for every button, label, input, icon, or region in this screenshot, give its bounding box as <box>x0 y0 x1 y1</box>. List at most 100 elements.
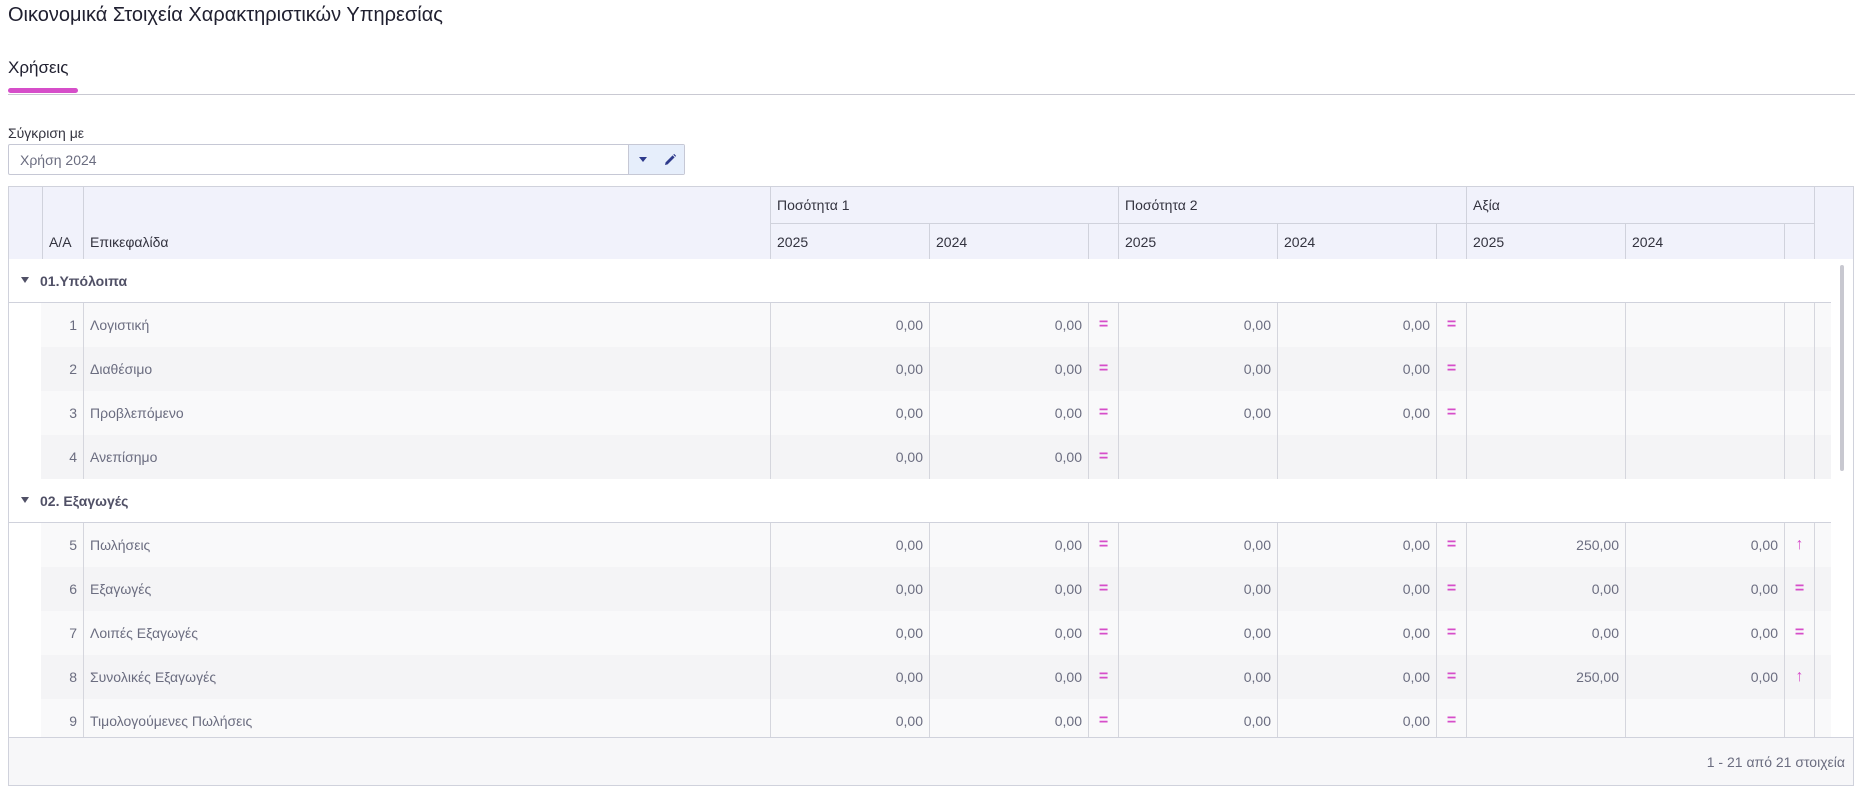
header-q1-2025[interactable]: 2025 <box>771 223 930 259</box>
cell-value-2024 <box>1626 391 1785 435</box>
table-row[interactable]: 3 Προβλεπόμενο 0,00 0,00 = 0,00 0,00 = <box>9 391 1831 435</box>
cell-title: Πωλήσεις <box>84 523 771 567</box>
cell-title: Διαθέσιμο <box>84 347 771 391</box>
cell-q2-trend: = <box>1437 567 1467 611</box>
cell-q1-2025: 0,00 <box>771 523 930 567</box>
dropdown-button[interactable] <box>629 145 656 174</box>
header-q2-2024[interactable]: 2024 <box>1278 223 1437 259</box>
edit-button[interactable] <box>656 145 684 174</box>
cell-q1-2024: 0,00 <box>930 611 1089 655</box>
row-indent <box>9 391 41 435</box>
cell-aa: 7 <box>43 611 84 655</box>
collapse-caret-icon[interactable] <box>21 277 29 283</box>
header-title[interactable]: Επικεφαλίδα <box>84 187 771 259</box>
cell-title: Συνολικές Εξαγωγές <box>84 655 771 699</box>
cell-aa: 2 <box>43 347 84 391</box>
table-row[interactable]: 1 Λογιστική 0,00 0,00 = 0,00 0,00 = <box>9 303 1831 347</box>
cell-value-2025 <box>1467 699 1626 737</box>
cell-q2-2024: 0,00 <box>1278 347 1437 391</box>
cell-q2-2025 <box>1119 435 1278 479</box>
row-indent <box>9 699 41 737</box>
header-v-2025[interactable]: 2025 <box>1467 223 1626 259</box>
pencil-icon <box>665 153 677 165</box>
cell-q1-2025: 0,00 <box>771 699 930 737</box>
cell-value-2025 <box>1467 391 1626 435</box>
table-row[interactable]: 2 Διαθέσιμο 0,00 0,00 = 0,00 0,00 = <box>9 347 1831 391</box>
cell-q2-trend: = <box>1437 699 1467 737</box>
group-row[interactable]: 02. Εξαγωγές <box>9 479 1831 523</box>
header-aa[interactable]: Α/Α <box>43 187 84 259</box>
cell-q2-2024: 0,00 <box>1278 523 1437 567</box>
chevron-down-icon <box>638 157 647 162</box>
compare-value: Χρήση 2024 <box>20 152 97 168</box>
cell-q2-trend <box>1437 435 1467 479</box>
cell-title: Εξαγωγές <box>84 567 771 611</box>
header-q1-2024[interactable]: 2024 <box>930 223 1089 259</box>
group-row[interactable]: 01.Υπόλοιπα <box>9 259 1831 303</box>
table-row[interactable]: 8 Συνολικές Εξαγωγές 0,00 0,00 = 0,00 0,00 = 250… <box>9 655 1831 699</box>
header-q1-indicator <box>1089 223 1119 259</box>
cell-title: Λογιστική <box>84 303 771 347</box>
cell-value-trend: = <box>1785 567 1815 611</box>
vertical-scrollbar[interactable] <box>1831 259 1853 737</box>
cell-q1-2025: 0,00 <box>771 567 930 611</box>
cell-q1-trend: = <box>1089 699 1119 737</box>
compare-select[interactable]: Χρήση 2024 <box>8 144 685 175</box>
cell-value-trend <box>1785 435 1815 479</box>
cell-q1-trend: = <box>1089 655 1119 699</box>
cell-value-trend: = <box>1785 611 1815 655</box>
scrollbar-thumb[interactable] <box>1840 265 1844 471</box>
cell-q2-trend: = <box>1437 523 1467 567</box>
table-row[interactable]: 7 Λοιπές Εξαγωγές 0,00 0,00 = 0,00 0,00 = 0,00 0,… <box>9 611 1831 655</box>
cell-q1-2025: 0,00 <box>771 611 930 655</box>
cell-value-2025: 0,00 <box>1467 567 1626 611</box>
grid-body: 01.Υπόλοιπα 1 Λογιστική 0,00 0,00 = 0,00 0,00 = 2… <box>9 259 1853 737</box>
cell-value-2024: 0,00 <box>1626 611 1785 655</box>
cell-value-2024: 0,00 <box>1626 655 1785 699</box>
cell-value-2024 <box>1626 435 1785 479</box>
cell-value-2025 <box>1467 303 1626 347</box>
cell-title: Τιμολογούμενες Πωλήσεις <box>84 699 771 737</box>
cell-value-2025 <box>1467 435 1626 479</box>
cell-q1-2024: 0,00 <box>930 391 1089 435</box>
cell-q2-trend: = <box>1437 655 1467 699</box>
cell-q1-2024: 0,00 <box>930 435 1089 479</box>
cell-q1-2024: 0,00 <box>930 655 1089 699</box>
cell-q2-trend: = <box>1437 347 1467 391</box>
data-grid: Α/Α Επικεφαλίδα Ποσότητα 1 Ποσότητα 2 Αξ… <box>8 186 1854 786</box>
cell-q2-2024: 0,00 <box>1278 699 1437 737</box>
cell-q2-trend: = <box>1437 303 1467 347</box>
cell-value-2024 <box>1626 347 1785 391</box>
row-indent <box>9 523 41 567</box>
cell-q1-trend: = <box>1089 435 1119 479</box>
table-row[interactable]: 5 Πωλήσεις 0,00 0,00 = 0,00 0,00 = 250,00 0,00 ↑ <box>9 523 1831 567</box>
grid-footer: 1 - 21 από 21 στοιχεία <box>9 737 1853 785</box>
header-q2-indicator <box>1437 223 1467 259</box>
collapse-caret-icon[interactable] <box>21 497 29 503</box>
cell-q1-2025: 0,00 <box>771 303 930 347</box>
table-row[interactable]: 6 Εξαγωγές 0,00 0,00 = 0,00 0,00 = 0,00 0,00 = <box>9 567 1831 611</box>
row-indent <box>9 567 41 611</box>
table-row[interactable]: 9 Τιμολογούμενες Πωλήσεις 0,00 0,00 = 0,00 0,0… <box>9 699 1831 737</box>
header-group-value: Αξία <box>1467 187 1815 223</box>
cell-value-trend <box>1785 391 1815 435</box>
table-row[interactable]: 4 Ανεπίσημο 0,00 0,00 = <box>9 435 1831 479</box>
cell-q1-trend: = <box>1089 391 1119 435</box>
cell-aa: 6 <box>43 567 84 611</box>
compare-actions <box>628 145 684 174</box>
cell-q2-2024: 0,00 <box>1278 567 1437 611</box>
cell-q1-2025: 0,00 <box>771 347 930 391</box>
header-group-quantity-1: Ποσότητα 1 <box>771 187 1119 223</box>
header-expand-col <box>9 187 43 259</box>
row-indent <box>9 655 41 699</box>
cell-q1-trend: = <box>1089 567 1119 611</box>
cell-value-2025: 250,00 <box>1467 523 1626 567</box>
header-v-indicator <box>1785 223 1815 259</box>
pager-info: 1 - 21 από 21 στοιχεία <box>1706 754 1845 770</box>
tab-bar: Χρήσεις <box>8 58 1855 95</box>
cell-value-2025 <box>1467 347 1626 391</box>
cell-value-trend <box>1785 303 1815 347</box>
header-q2-2025[interactable]: 2025 <box>1119 223 1278 259</box>
header-v-2024[interactable]: 2024 <box>1626 223 1785 259</box>
header-group-quantity-2: Ποσότητα 2 <box>1119 187 1467 223</box>
